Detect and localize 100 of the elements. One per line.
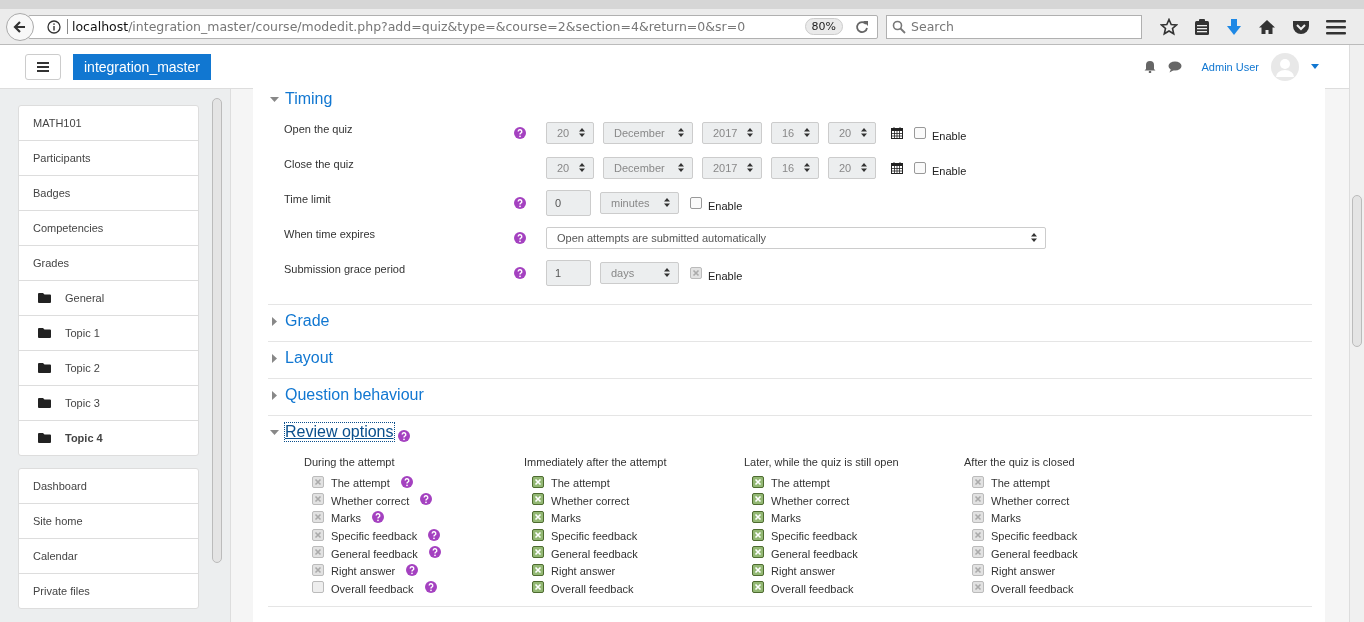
sidebar-item[interactable]: Grades (19, 245, 198, 280)
menu-button[interactable] (25, 53, 61, 80)
sidebar-item[interactable]: Competencies (19, 210, 198, 245)
sidebar-item[interactable]: General (19, 280, 198, 315)
caret-down-icon[interactable] (270, 94, 279, 104)
folder-icon (38, 363, 51, 373)
sidebar-item[interactable]: Site home (19, 503, 198, 538)
pocket-icon[interactable] (1292, 18, 1310, 35)
caret-right-icon[interactable] (270, 353, 279, 363)
option-label: Specific feedback (991, 530, 1078, 543)
reload-icon[interactable] (855, 19, 869, 34)
sidebar-item[interactable]: Calendar (19, 538, 198, 573)
help-icon[interactable] (514, 196, 526, 209)
up-down-arrows-icon[interactable] (678, 163, 684, 172)
hamburger-icon[interactable] (37, 61, 49, 72)
scrollbar-thumb[interactable] (1352, 195, 1362, 347)
download-icon[interactable] (1226, 17, 1242, 36)
folder-icon (38, 398, 51, 408)
search-icon (892, 19, 906, 34)
number-field[interactable]: 0 (546, 189, 591, 216)
option-label: Marks (771, 512, 801, 525)
search-field[interactable]: Search (886, 14, 1142, 39)
sidebar-item[interactable]: MATH101 (19, 106, 198, 140)
dropdown[interactable]: Open attempts are submitted automatically (546, 226, 1046, 249)
up-down-arrows-icon[interactable] (747, 128, 753, 137)
option-label: Whether correct (991, 494, 1070, 507)
address-bar[interactable]: localhost/integration_master/course/modedit.php?add=quiz&type=&course=2&section=4&return=0&sr=0 80% (28, 14, 878, 39)
option-label: Specific feedback (551, 530, 638, 543)
up-down-arrows-icon[interactable] (579, 163, 585, 172)
up-down-arrows-icon[interactable] (664, 268, 670, 277)
up-down-arrows-icon[interactable] (747, 163, 753, 172)
option-label: The attempt (331, 477, 390, 490)
option-label: Overall feedback (551, 582, 634, 595)
option-label: Whether correct (771, 494, 850, 507)
section-heading[interactable]: Layout (285, 349, 334, 367)
info-icon[interactable] (47, 19, 61, 34)
column-heading: Immediately after the attempt (524, 456, 668, 468)
option-label: Marks (991, 512, 1021, 525)
help-icon[interactable] (397, 430, 410, 442)
sidebar-item[interactable]: Participants (19, 140, 198, 175)
sidebar-item[interactable]: Topic 3 (19, 385, 198, 420)
option-label: The attempt (771, 477, 830, 490)
sidebar-item[interactable]: Dashboard (19, 469, 198, 503)
enable-label: Enable (708, 269, 743, 282)
section-heading[interactable]: Question behaviour (285, 386, 424, 404)
option-label: Specific feedback (771, 530, 858, 543)
field-label: Time limit (283, 192, 332, 205)
checkbox[interactable] (690, 196, 702, 209)
caret-right-icon[interactable] (270, 390, 279, 400)
option-label: General feedback (771, 547, 858, 560)
option-label: Overall feedback (331, 582, 414, 595)
back-arrow-icon[interactable] (13, 19, 27, 34)
up-down-arrows-icon[interactable] (1031, 233, 1037, 242)
zoom-badge[interactable]: 80% (804, 18, 843, 35)
calendar-icon[interactable] (891, 161, 903, 174)
section-heading[interactable]: Grade (285, 312, 330, 330)
scrollbar-thumb[interactable] (212, 98, 222, 563)
folder-icon (38, 293, 51, 303)
sidebar-item[interactable]: Topic 2 (19, 350, 198, 385)
help-icon[interactable] (514, 126, 526, 139)
clipboard-list-icon[interactable] (1194, 17, 1210, 36)
option-label: Overall feedback (771, 582, 854, 595)
menu-icon[interactable] (1326, 18, 1346, 35)
checkbox[interactable] (914, 161, 926, 174)
back-button[interactable] (6, 12, 34, 41)
option-label: Marks (331, 512, 361, 525)
enable-label: Enable (932, 164, 967, 177)
caret-down-icon[interactable] (270, 427, 279, 437)
up-down-arrows-icon[interactable] (579, 128, 585, 137)
number-field[interactable]: 1 (546, 259, 591, 286)
section-heading[interactable]: Timing (285, 90, 333, 108)
option-label: General feedback (551, 547, 638, 560)
up-down-arrows-icon[interactable] (861, 163, 867, 172)
option-label: Specific feedback (331, 530, 418, 543)
option-label: General feedback (991, 547, 1078, 560)
calendar-icon[interactable] (891, 126, 903, 139)
up-down-arrows-icon[interactable] (861, 128, 867, 137)
section-heading[interactable]: Review options (285, 423, 394, 441)
help-icon[interactable] (514, 231, 526, 244)
chat-bubble-icon[interactable] (1167, 60, 1182, 73)
field-label: Submission grace period (283, 262, 407, 275)
help-icon[interactable] (514, 266, 526, 279)
up-down-arrows-icon[interactable] (664, 198, 670, 207)
caret-icon[interactable] (1311, 64, 1319, 69)
up-down-arrows-icon[interactable] (678, 128, 684, 137)
sidebar-item[interactable]: Topic 4 (19, 420, 198, 455)
column-heading: During the attempt (304, 456, 396, 468)
sidebar-item[interactable]: Private files (19, 573, 198, 608)
option-label: Overall feedback (991, 582, 1074, 595)
checkbox[interactable] (914, 126, 926, 139)
up-down-arrows-icon[interactable] (804, 128, 810, 137)
caret-right-icon[interactable] (270, 316, 279, 326)
sidebar-item[interactable]: Badges (19, 175, 198, 210)
site-name-link[interactable]: integration_master (73, 53, 211, 80)
home-icon[interactable] (1258, 18, 1276, 35)
bell-icon[interactable] (1143, 60, 1156, 73)
sidebar-item[interactable]: Topic 1 (19, 315, 198, 350)
user-name-link[interactable]: Admin User (1201, 60, 1259, 73)
up-down-arrows-icon[interactable] (804, 163, 810, 172)
star-icon[interactable] (1160, 17, 1178, 36)
